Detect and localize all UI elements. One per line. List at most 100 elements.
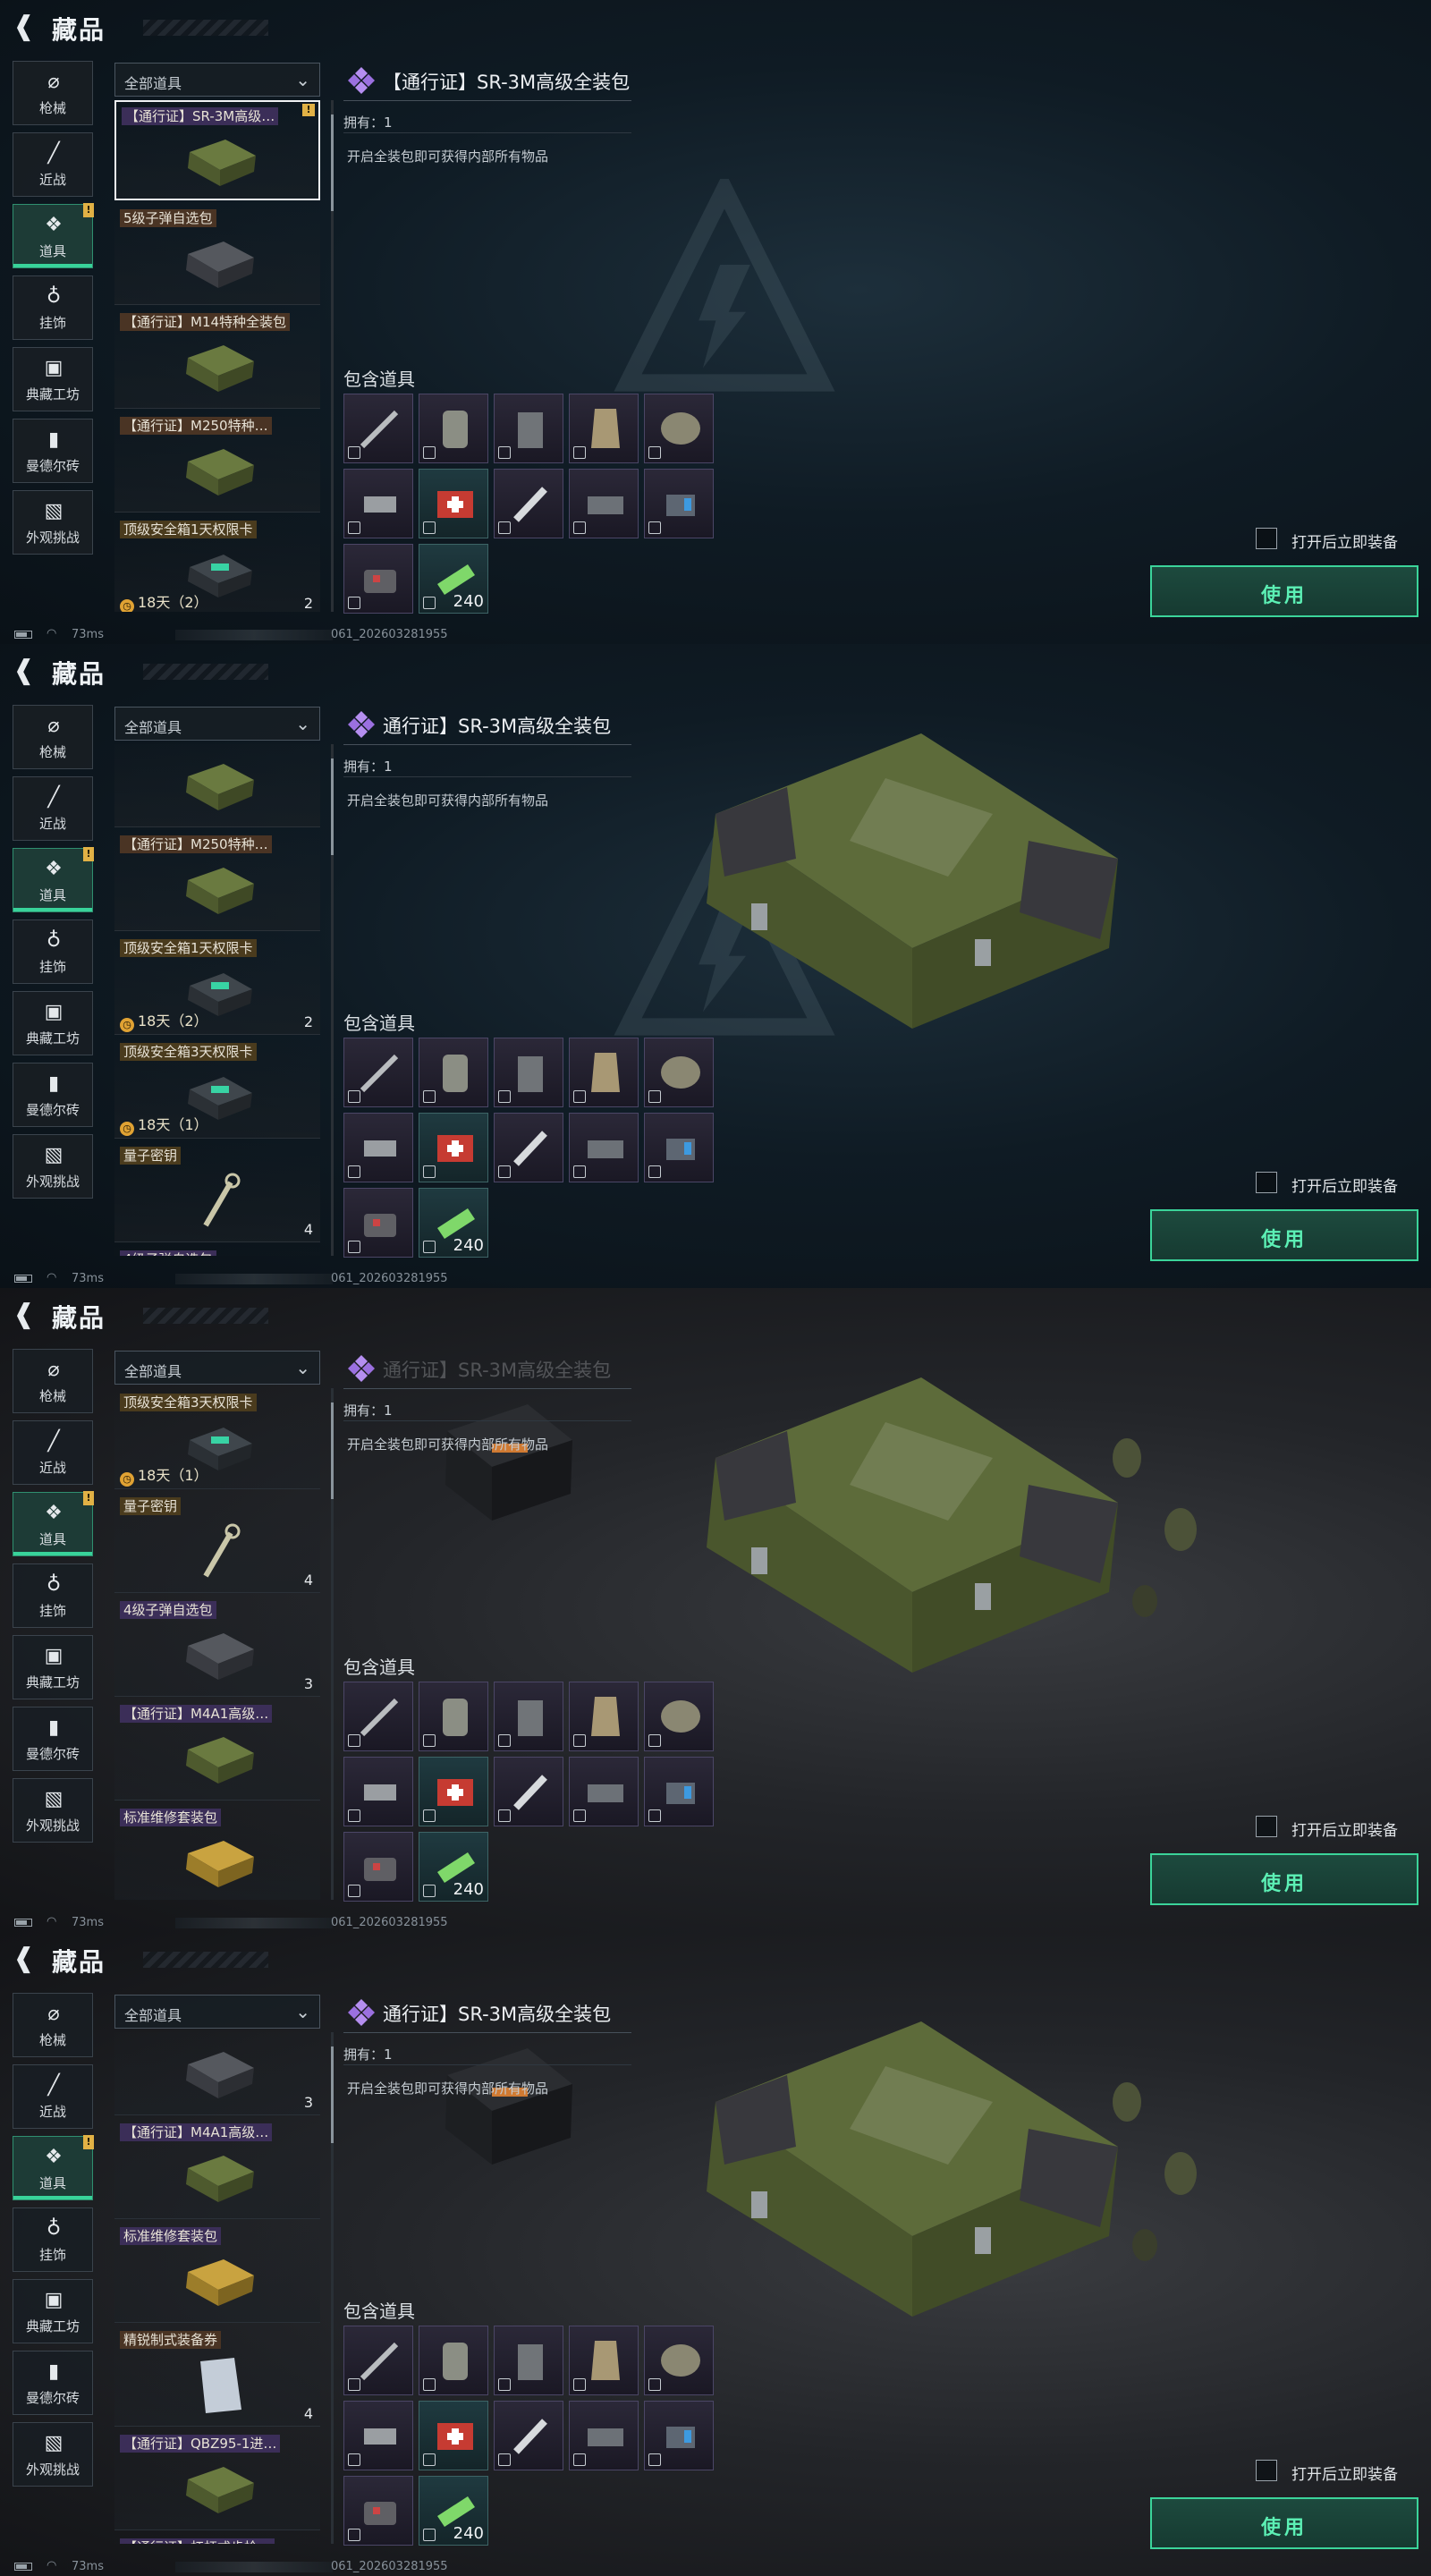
content-slot[interactable] [569,1757,639,1826]
list-item[interactable]: 【通行证】杠杆式步枪… [114,2533,320,2544]
list-item[interactable]: 顶级安全箱1天权限卡 ◷ 18天（2） 2 [114,934,320,1035]
content-slot[interactable] [343,1188,413,1258]
content-slot[interactable] [494,1757,563,1826]
nav-item-5[interactable]: ▮ 曼德尔砖 [13,2351,93,2415]
item-preview-crate[interactable] [653,1368,1154,1762]
list-item[interactable]: 4级子弹自选包 3 [114,1596,320,1697]
nav-item-6[interactable]: ▧ 外观挑战 [13,490,93,555]
content-slot[interactable] [419,1682,488,1751]
content-slot[interactable] [644,1113,714,1182]
list-item[interactable]: 【通行证】M4A1高级… [114,1699,320,1801]
content-slot[interactable] [569,1113,639,1182]
equip-checkbox[interactable] [1256,528,1277,549]
nav-item-5[interactable]: ▮ 曼德尔砖 [13,1063,93,1127]
list-scroll-thumb[interactable] [331,114,334,211]
use-button[interactable]: 使用 [1150,2497,1418,2549]
nav-item-2[interactable]: ❖ 道具! [13,1491,94,1556]
content-slot[interactable] [419,2401,488,2470]
content-slot[interactable] [343,544,413,614]
content-slot[interactable] [419,2326,488,2395]
nav-item-3[interactable]: ♁ 挂饰 [13,2207,93,2272]
back-arrow-icon[interactable]: ❰ [13,655,41,687]
content-slot[interactable] [569,1038,639,1107]
content-slot[interactable] [343,2476,413,2546]
item-list[interactable]: 【通行证】M250特种… 顶级安全箱1天权限卡 ◷ 18天（2） 2 顶级安全箱3天权限卡… [114,744,322,1256]
content-slot[interactable] [494,2401,563,2470]
nav-item-0[interactable]: ⌀ 枪械 [13,61,93,125]
list-item[interactable]: 【通行证】SR-3M高级…! [114,100,320,200]
item-preview-crate[interactable] [653,724,1154,1118]
list-item[interactable]: 精锐制式装备券 4 [114,2326,320,2427]
content-slot[interactable] [644,1682,714,1751]
content-slot[interactable] [494,1113,563,1182]
nav-item-4[interactable]: ▣ 典藏工坊 [13,1635,93,1699]
nav-item-0[interactable]: ⌀ 枪械 [13,1349,93,1413]
content-slot[interactable] [343,2326,413,2395]
nav-item-1[interactable]: ╱ 近战 [13,2064,93,2129]
content-slot[interactable] [644,394,714,463]
list-scroll-thumb[interactable] [331,2046,334,2143]
use-button[interactable]: 使用 [1150,1853,1418,1905]
nav-item-3[interactable]: ♁ 挂饰 [13,919,93,984]
content-slot[interactable] [644,1757,714,1826]
nav-item-6[interactable]: ▧ 外观挑战 [13,1778,93,1843]
list-item[interactable]: 【通行证】M250特种… [114,411,320,513]
list-item[interactable]: 【通行证】M14特种全装包 [114,308,320,409]
list-item[interactable]: 4级子弹自选包 [114,1245,320,1256]
nav-item-2[interactable]: ❖ 道具! [13,2135,94,2200]
content-slot[interactable] [644,1038,714,1107]
content-slot[interactable] [419,1113,488,1182]
content-slot[interactable] [569,2326,639,2395]
content-slot[interactable] [494,1682,563,1751]
nav-item-1[interactable]: ╱ 近战 [13,1420,93,1485]
use-button[interactable]: 使用 [1150,1209,1418,1261]
content-slot[interactable] [343,1038,413,1107]
list-item[interactable]: 标准维修套装包 [114,2222,320,2323]
item-list[interactable]: 顶级安全箱3天权限卡 ◷ 18天（1） 量子密钥 4 4级子弹自选包 3 【通行证】M4A1高… [114,1388,322,1900]
list-item[interactable]: 量子密钥 4 [114,1492,320,1593]
content-slot[interactable] [569,1682,639,1751]
list-item[interactable]: 【通行证】QBZ95-1进… [114,2429,320,2530]
equip-checkbox[interactable] [1256,1172,1277,1193]
content-slot[interactable] [494,394,563,463]
item-filter-dropdown[interactable]: 全部道具 ⌄ [114,1995,320,2029]
item-list[interactable]: 【通行证】SR-3M高级…! 5级子弹自选包 【通行证】M14特种全装包 【通行证】M… [114,100,322,612]
content-slot[interactable]: 240 [419,2476,488,2546]
list-scroll-thumb[interactable] [331,758,334,855]
list-item[interactable]: 顶级安全箱3天权限卡 ◷ 18天（1） [114,1038,320,1139]
list-item[interactable]: 3 [114,2032,320,2115]
nav-item-0[interactable]: ⌀ 枪械 [13,1993,93,2057]
list-scroll-thumb[interactable] [331,1402,334,1499]
content-slot[interactable]: 240 [419,1832,488,1902]
content-slot[interactable] [494,1038,563,1107]
list-item[interactable]: 标准维修套装包 [114,1803,320,1900]
content-slot[interactable] [419,1757,488,1826]
content-slot[interactable] [343,2401,413,2470]
equip-checkbox[interactable] [1256,2460,1277,2481]
content-slot[interactable] [419,1038,488,1107]
content-slot[interactable] [419,394,488,463]
content-slot[interactable] [343,469,413,538]
nav-item-0[interactable]: ⌀ 枪械 [13,705,93,769]
back-arrow-icon[interactable]: ❰ [13,1943,41,1975]
item-filter-dropdown[interactable]: 全部道具 ⌄ [114,707,320,741]
list-item[interactable]: 顶级安全箱1天权限卡 ◷ 18天（2） 2 [114,515,320,612]
list-item[interactable]: 【通行证】M4A1高级… [114,2118,320,2219]
content-slot[interactable] [569,469,639,538]
content-slot[interactable] [569,2401,639,2470]
nav-item-6[interactable]: ▧ 外观挑战 [13,1134,93,1199]
nav-item-1[interactable]: ╱ 近战 [13,132,93,197]
item-filter-dropdown[interactable]: 全部道具 ⌄ [114,1351,320,1385]
nav-item-3[interactable]: ♁ 挂饰 [13,1563,93,1628]
list-item[interactable]: 5级子弹自选包 [114,204,320,305]
content-slot[interactable] [343,1757,413,1826]
nav-item-4[interactable]: ▣ 典藏工坊 [13,347,93,411]
use-button[interactable]: 使用 [1150,565,1418,617]
nav-item-5[interactable]: ▮ 曼德尔砖 [13,419,93,483]
nav-item-4[interactable]: ▣ 典藏工坊 [13,2279,93,2343]
item-list[interactable]: 3 【通行证】M4A1高级… 标准维修套装包 精锐制式装备券 4 【通行证】QBZ95-1… [114,2032,322,2544]
list-item[interactable] [114,744,320,827]
equip-checkbox[interactable] [1256,1816,1277,1837]
nav-item-2[interactable]: ❖ 道具! [13,203,94,268]
content-slot[interactable] [343,394,413,463]
